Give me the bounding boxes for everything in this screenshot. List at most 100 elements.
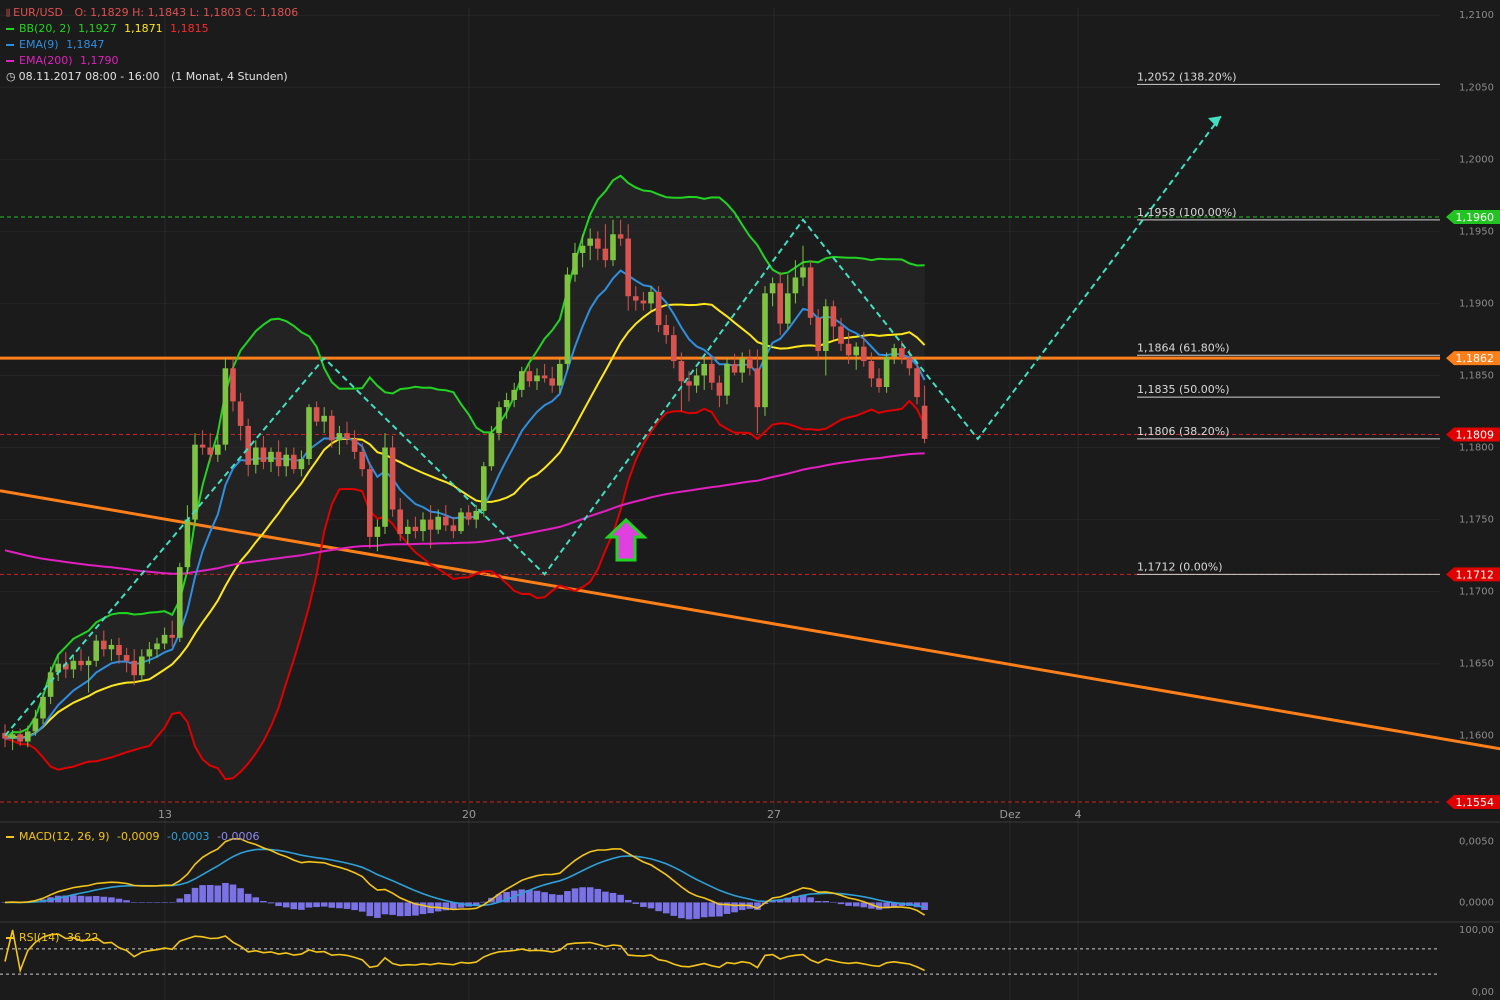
price-tick-label: 1,2100	[1459, 10, 1494, 21]
candle-body	[260, 447, 267, 462]
candle-body	[876, 378, 882, 388]
price-tag-label: 1,1862	[1456, 352, 1495, 365]
candle-body	[389, 447, 396, 510]
macd-histogram-bar	[655, 902, 662, 912]
macd-histogram-bar	[267, 902, 275, 904]
macd-histogram-bar	[533, 890, 541, 903]
candle-body	[792, 277, 799, 294]
macd-histogram-bar	[123, 900, 130, 903]
legend-symbol: ⫼ EUR/USD O: 1,1829 H: 1,1843 L: 1,1803 C…	[6, 5, 298, 22]
candle-body	[435, 516, 441, 530]
candle-body	[116, 644, 122, 656]
macd-histogram-bar	[237, 888, 244, 903]
candle-body	[830, 306, 837, 327]
candle-body	[906, 358, 913, 369]
macd-signal-value: -0,0003	[167, 830, 210, 843]
candle-body	[367, 469, 373, 537]
candle-body	[481, 466, 487, 511]
candle-body	[807, 267, 814, 318]
candle-body	[199, 444, 206, 448]
macd-histogram-bar	[176, 898, 184, 903]
candle-body	[617, 234, 624, 239]
macd-histogram-bar	[290, 902, 298, 910]
candle-body	[123, 655, 130, 661]
price-chart[interactable]: 1,2052 (138.20%) 1,1958 (100.00%) 1,1864 (…	[0, 0, 1500, 1000]
macd-histogram-bar	[130, 902, 138, 903]
candle-body	[541, 375, 548, 379]
macd-tick-label: 0,0000	[1459, 897, 1494, 908]
macd-histogram-bar	[564, 891, 571, 903]
macd-histogram-bar	[77, 895, 85, 903]
candle-body	[754, 368, 761, 408]
macd-histogram-bar	[313, 902, 320, 908]
macd-histogram-bar	[579, 887, 586, 903]
candle-body	[709, 363, 715, 383]
candle-body	[800, 267, 806, 278]
ohlc-values: O: 1,1829 H: 1,1843 L: 1,1803 C: 1,1806	[74, 6, 299, 19]
macd-histogram-bar	[594, 888, 602, 903]
candle-body	[9, 734, 16, 739]
candle-body	[534, 375, 540, 382]
candle-body	[496, 407, 502, 434]
macd-histogram-bar	[609, 892, 617, 903]
macd-histogram-bar	[632, 902, 640, 904]
candle-body	[351, 438, 358, 452]
macd-histogram-bar	[852, 902, 860, 907]
candle-body	[610, 234, 616, 261]
macd-histogram-bar	[108, 897, 115, 903]
macd-histogram-bar	[153, 902, 161, 903]
macd-histogram-bar	[374, 902, 381, 918]
macd-histogram-bar	[693, 902, 700, 919]
macd-histogram-bar	[161, 902, 168, 903]
candle-body	[861, 346, 867, 362]
candle-body	[169, 634, 175, 638]
candle-body	[785, 293, 791, 324]
candle-body	[443, 516, 449, 526]
candle-body	[108, 644, 115, 650]
legend-bollinger: BB(20, 2) 1,1927 1,1871 1,1815	[6, 21, 209, 36]
macd-histogram-bar	[518, 889, 526, 903]
candle-body	[519, 371, 525, 390]
period-text: 08.11.2017 08:00 - 16:00	[18, 70, 160, 83]
macd-histogram-bar	[541, 892, 548, 903]
macd-histogram-bar	[214, 885, 222, 903]
candle-body	[321, 415, 327, 422]
candle-body	[146, 649, 153, 657]
price-tick-label: 1,1850	[1459, 370, 1494, 381]
macd-histogram-bar	[328, 902, 336, 908]
price-tag-label: 1,1809	[1456, 429, 1495, 442]
candle-body	[32, 718, 39, 732]
symbol-label: EUR/USD	[13, 6, 63, 19]
candle-body	[853, 346, 859, 356]
price-tick-label: 1,2000	[1459, 154, 1494, 165]
ema200-label: EMA(200)	[19, 54, 73, 67]
macd-histogram-bar	[548, 894, 556, 903]
rsi-tick-label: 100,00	[1459, 925, 1494, 936]
macd-histogram-bar	[556, 894, 564, 903]
price-tick-label: 1,1700	[1459, 587, 1494, 598]
macd-histogram-bar	[222, 882, 229, 903]
macd-histogram-bar	[381, 902, 389, 915]
candle-body	[291, 454, 297, 470]
candle-body	[25, 731, 31, 742]
candle-body	[883, 356, 890, 388]
candle-body	[777, 283, 783, 324]
macd-histogram-bar	[366, 902, 374, 917]
price-tick-label: 1,1750	[1459, 515, 1494, 526]
macd-histogram-bar	[191, 887, 199, 903]
price-tick-label: 1,2050	[1459, 82, 1494, 93]
candle-body	[633, 296, 639, 301]
candle-body	[769, 283, 776, 294]
candle-body	[701, 363, 707, 376]
macd-histogram-bar	[199, 885, 206, 903]
macd-histogram-bar	[229, 884, 237, 903]
candle-body	[648, 291, 654, 304]
candle-body	[245, 425, 251, 465]
macd-histogram-bar	[738, 902, 746, 911]
candle-body	[511, 389, 517, 400]
macd-histogram-bar	[389, 902, 396, 915]
macd-tick-label: 0,0050	[1459, 837, 1494, 848]
candle-body	[731, 363, 738, 373]
candle-body	[139, 656, 145, 676]
candle-body	[671, 335, 677, 362]
